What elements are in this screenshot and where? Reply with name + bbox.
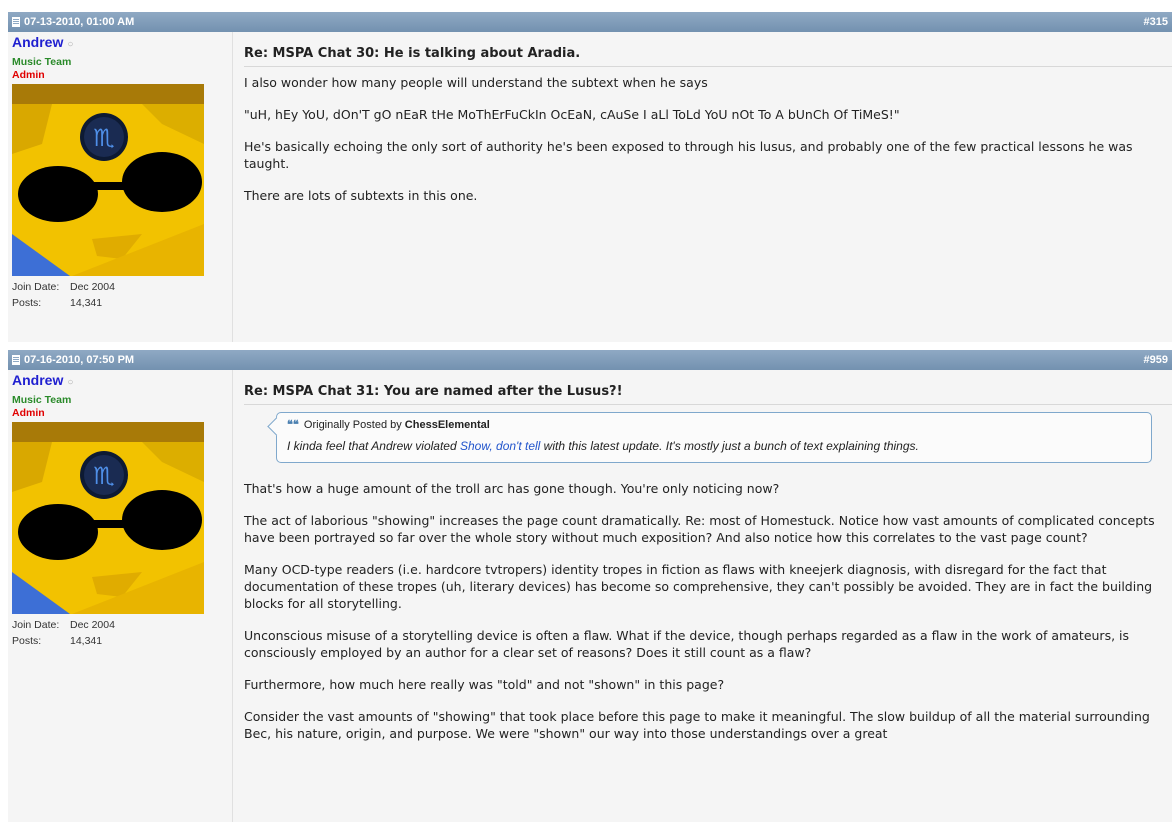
- join-date-label: Join Date:: [12, 619, 60, 631]
- user-title: Music Team: [12, 56, 72, 68]
- username-link[interactable]: Andrew ○: [12, 372, 73, 388]
- paragraph: That's how a huge amount of the troll ar…: [244, 481, 780, 496]
- post-header: 07-13-2010, 01:00 AM #315: [8, 12, 1172, 32]
- paragraph: Furthermore, how much here really was "t…: [244, 677, 725, 692]
- post-message: ❝❝ Originally Posted by ChessElemental I…: [244, 412, 1166, 757]
- post-title: Re: MSPA Chat 30: He is talking about Ar…: [244, 46, 1172, 67]
- username[interactable]: Andrew: [12, 372, 63, 388]
- avatar[interactable]: ♏: [12, 84, 204, 276]
- posts-count: 14,341: [70, 635, 103, 647]
- username-link[interactable]: Andrew ○: [12, 34, 73, 50]
- user-stats: Join Date: Dec 2004 Posts: 14,341: [12, 279, 115, 311]
- quote-author: ChessElemental: [404, 419, 490, 431]
- post-header: 07-16-2010, 07:50 PM #959: [8, 350, 1172, 370]
- post-body: Andrew ○ Music Team Admin ♏ Join Date: D…: [8, 32, 1172, 342]
- join-date-value: Dec 2004: [70, 281, 115, 293]
- paragraph: There are lots of subtexts in this one.: [244, 188, 478, 203]
- user-title: Music Team: [12, 394, 72, 406]
- post-date: 07-16-2010, 07:50 PM: [24, 354, 135, 366]
- user-rank: Admin: [12, 69, 45, 81]
- posts-label: Posts:: [12, 635, 42, 647]
- svg-text:♏: ♏: [93, 124, 115, 152]
- username[interactable]: Andrew: [12, 34, 63, 50]
- post-number-link[interactable]: #315: [1144, 12, 1168, 32]
- post-content: Re: MSPA Chat 30: He is talking about Ar…: [244, 32, 1172, 342]
- post-date: 07-13-2010, 01:00 AM: [24, 16, 135, 28]
- posts-count: 14,341: [70, 297, 103, 309]
- quote-header: ❝❝ Originally Posted by ChessElemental: [287, 417, 1141, 434]
- offline-status-icon: ○: [67, 377, 74, 388]
- paragraph: Unconscious misuse of a storytelling dev…: [244, 628, 1130, 660]
- post-body: Andrew ○ Music Team Admin ♏ Join Date: D…: [8, 370, 1172, 822]
- paragraph: Consider the vast amounts of "showing" t…: [244, 709, 1150, 741]
- quote-link[interactable]: Show, don't tell: [460, 439, 540, 453]
- quote-icon: ❝❝: [287, 419, 299, 431]
- user-info: Andrew ○ Music Team Admin ♏ Join Date: D…: [8, 32, 233, 342]
- paragraph: The act of laborious "showing" increases…: [244, 513, 1155, 545]
- post-icon: [12, 17, 20, 27]
- avatar[interactable]: ♏: [12, 422, 204, 614]
- join-date-label: Join Date:: [12, 281, 60, 293]
- user-rank: Admin: [12, 407, 45, 419]
- user-stats: Join Date: Dec 2004 Posts: 14,341: [12, 617, 115, 649]
- paragraph: "uH, hEy YoU, dOn'T gO nEaR tHe MoThErFu…: [244, 107, 900, 122]
- post-message: I also wonder how many people will under…: [244, 74, 1166, 219]
- post-content: Re: MSPA Chat 31: You are named after th…: [244, 370, 1172, 822]
- user-info: Andrew ○ Music Team Admin ♏ Join Date: D…: [8, 370, 233, 822]
- quote-block: ❝❝ Originally Posted by ChessElemental I…: [276, 412, 1152, 463]
- offline-status-icon: ○: [67, 39, 74, 50]
- posts-label: Posts:: [12, 297, 42, 309]
- quote-prefix: Originally Posted by: [303, 419, 402, 431]
- quote-text-after: with this latest update. It's mostly jus…: [540, 439, 919, 453]
- paragraph: Many OCD-type readers (i.e. hardcore tvt…: [244, 562, 1153, 611]
- post: 07-13-2010, 01:00 AM #315 Andrew ○ Music …: [8, 12, 1172, 342]
- svg-text:♏: ♏: [93, 462, 115, 490]
- quote-text: I kinda feel that Andrew violated Show, …: [287, 438, 1141, 455]
- paragraph: I also wonder how many people will under…: [244, 75, 708, 90]
- quote-text-before: I kinda feel that Andrew violated: [287, 439, 460, 453]
- join-date-value: Dec 2004: [70, 619, 115, 631]
- post: 07-16-2010, 07:50 PM #959 Andrew ○ Music …: [8, 350, 1172, 822]
- post-icon: [12, 355, 20, 365]
- post-title: Re: MSPA Chat 31: You are named after th…: [244, 384, 1172, 405]
- paragraph: He's basically echoing the only sort of …: [244, 139, 1133, 171]
- post-number-link[interactable]: #959: [1144, 350, 1168, 370]
